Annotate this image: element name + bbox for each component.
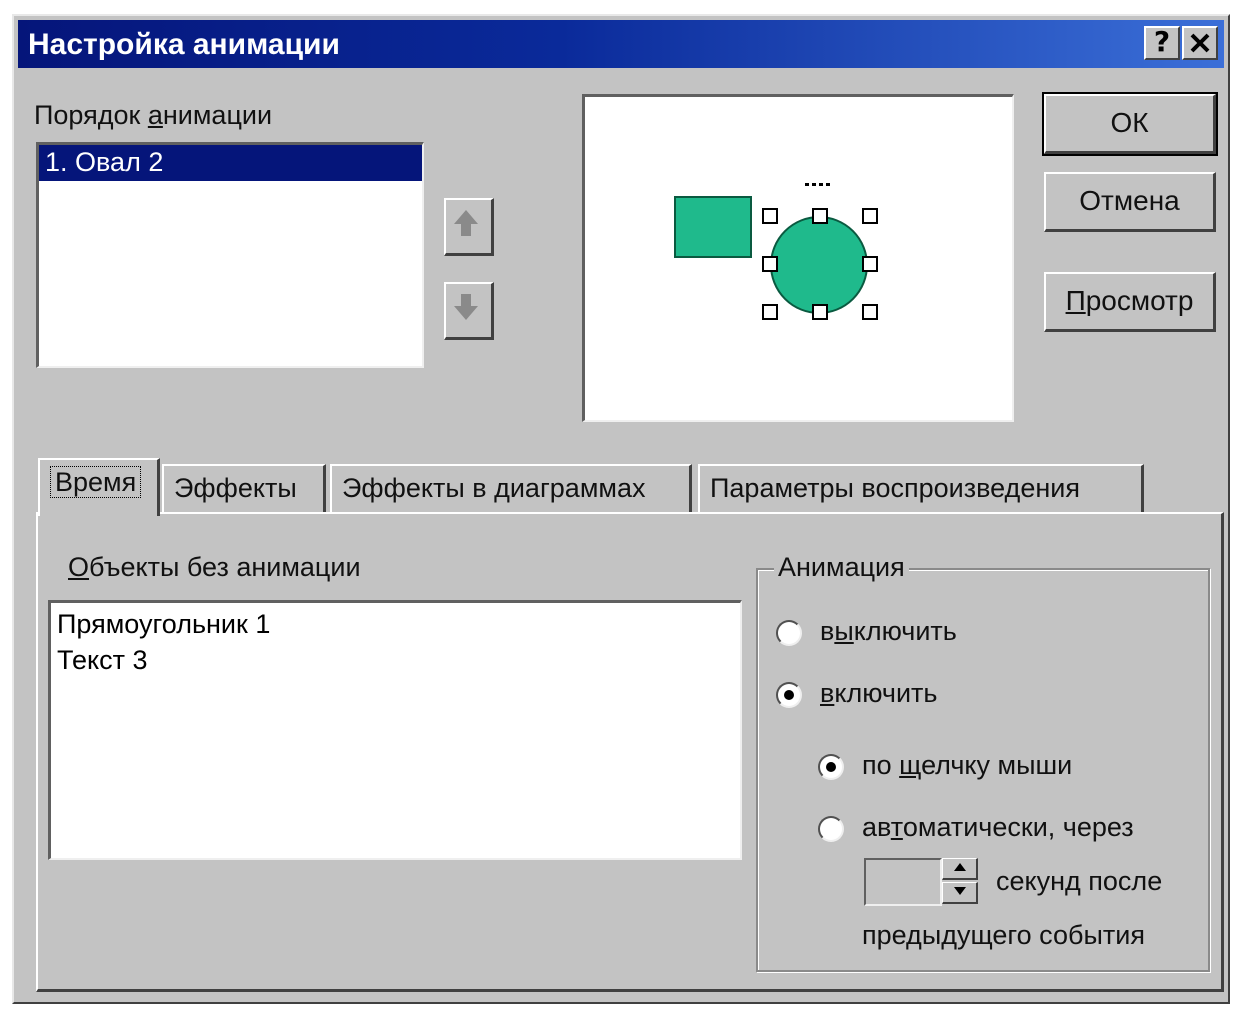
spin-up-button[interactable]: [942, 858, 978, 880]
list-item[interactable]: 1. Овал 2: [39, 145, 422, 181]
seconds-input[interactable]: [864, 858, 942, 906]
radio-off-label[interactable]: выключить: [820, 616, 957, 647]
list-item[interactable]: Текст 3: [51, 643, 740, 679]
preview-button[interactable]: Просмотр: [1044, 272, 1216, 332]
radio-off[interactable]: [776, 620, 802, 646]
animation-order-list[interactable]: 1. Овал 2: [36, 142, 424, 368]
seconds-after-label: секунд после: [996, 866, 1163, 896]
animation-group-legend: Анимация: [774, 552, 909, 583]
rotation-handle: [805, 183, 830, 186]
close-icon: [1190, 33, 1210, 53]
tab-effects[interactable]: Эффекты: [162, 464, 326, 514]
window-title: Настройка анимации: [28, 28, 340, 61]
title-bar[interactable]: Настройка анимации ?: [18, 20, 1224, 68]
preview-canvas: [674, 183, 878, 320]
custom-animation-dialog: Настройка анимации ? Порядок анимации 1.…: [12, 14, 1230, 1004]
arrow-down-icon: [454, 294, 478, 320]
ok-button[interactable]: ОК: [1042, 92, 1218, 156]
animation-group: Анимация выключить включить по щелчку мы…: [756, 552, 1210, 972]
move-up-button[interactable]: [444, 198, 494, 256]
animation-order-label: Порядок анимации: [34, 100, 273, 130]
radio-automatic[interactable]: [818, 816, 844, 842]
radio-on-click[interactable]: [818, 754, 844, 780]
oval-shape: [770, 216, 868, 314]
previous-event-label: предыдущего события: [862, 920, 1145, 950]
help-button[interactable]: ?: [1144, 26, 1180, 60]
spin-up-icon: [953, 863, 966, 871]
spin-down-icon: [953, 887, 966, 895]
tab-time[interactable]: Время: [38, 458, 160, 516]
slide-preview: [582, 94, 1014, 422]
objects-without-animation-label: Объекты без анимации: [68, 552, 361, 582]
list-item[interactable]: Прямоугольник 1: [51, 607, 740, 643]
arrow-up-icon: [454, 210, 478, 236]
radio-on-click-label[interactable]: по щелчку мыши: [862, 750, 1072, 781]
objects-without-animation-list[interactable]: Прямоугольник 1 Текст 3: [48, 600, 742, 860]
radio-on-label[interactable]: включить: [820, 678, 937, 709]
tab-playback-settings[interactable]: Параметры воспроизведения: [698, 464, 1144, 514]
rectangle-shape: [674, 196, 752, 258]
tab-panel-time: Объекты без анимации Прямоугольник 1 Тек…: [36, 512, 1224, 992]
radio-automatic-label[interactable]: автоматически, через: [862, 812, 1134, 843]
move-down-button[interactable]: [444, 282, 494, 340]
radio-on[interactable]: [776, 682, 802, 708]
close-button[interactable]: [1182, 26, 1218, 60]
cancel-button[interactable]: Отмена: [1044, 172, 1216, 232]
tab-chart-effects[interactable]: Эффекты в диаграммах: [330, 464, 692, 514]
spin-down-button[interactable]: [942, 882, 978, 904]
